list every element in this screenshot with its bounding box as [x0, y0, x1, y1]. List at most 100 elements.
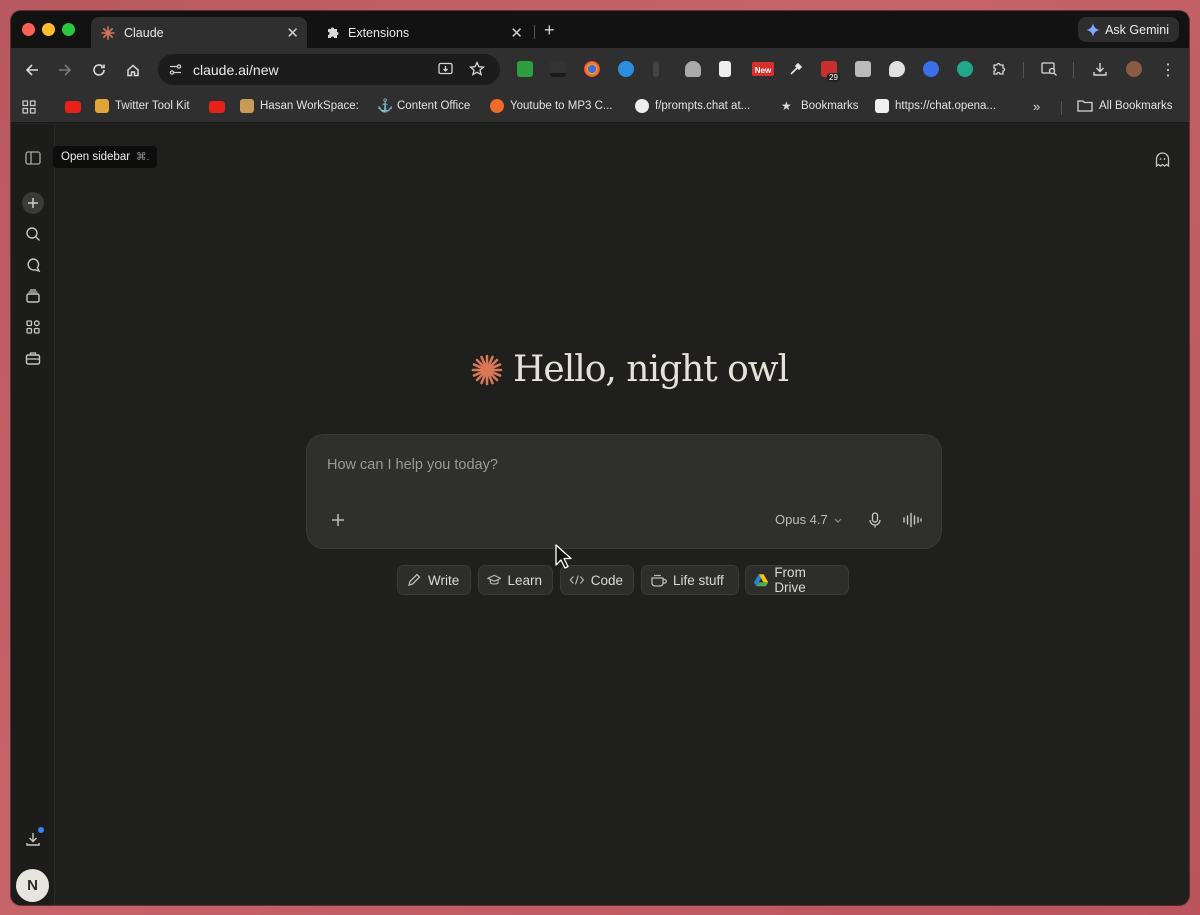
title-bar: Claude ✕ Extensions ✕ + Ask Gemini	[11, 11, 1189, 48]
site-settings-icon[interactable]	[168, 62, 183, 82]
chip-label: Write	[428, 572, 460, 588]
extension-teal-icon[interactable]	[957, 61, 973, 77]
add-attachment-plus-icon[interactable]	[331, 513, 345, 532]
user-avatar[interactable]: N	[16, 869, 49, 902]
extension-color-circle-icon[interactable]	[584, 61, 600, 77]
sidebar-toggle-icon[interactable]	[23, 148, 43, 168]
extension-new-badge-icon[interactable]: New	[752, 62, 774, 76]
reload-icon[interactable]	[89, 60, 109, 80]
tooltip-shortcut: ⌘.	[136, 151, 150, 163]
bookmark-youtube-mp3[interactable]: Youtube to MP3 C...	[490, 99, 613, 113]
chip-write[interactable]: Write	[397, 565, 471, 595]
mouse-cursor	[555, 544, 573, 575]
extension-dark-icon[interactable]	[550, 61, 566, 77]
bookmark-star-icon[interactable]	[468, 60, 486, 82]
extension-blue-circle-icon[interactable]	[923, 61, 939, 77]
ask-gemini-label: Ask Gemini	[1105, 22, 1169, 37]
address-bar[interactable]: claude.ai/new	[158, 54, 500, 85]
home-icon[interactable]	[123, 60, 143, 80]
bookmark-chat-openai[interactable]: https://chat.opena...	[875, 99, 996, 113]
extension-cloud-icon[interactable]	[889, 61, 905, 77]
more-menu-icon[interactable]: ⋮	[1158, 60, 1178, 80]
puzzle-piece-icon	[324, 25, 340, 41]
chats-icon[interactable]	[23, 255, 43, 275]
sidebar: N	[11, 124, 55, 905]
extension-slim-icon[interactable]	[653, 61, 659, 77]
tab-divider	[534, 25, 535, 39]
anchor-icon: ⚓	[377, 98, 394, 113]
party-icon	[95, 99, 109, 113]
more-bookmarks-chevron-icon[interactable]: »	[1033, 99, 1040, 114]
gemini-sparkle-icon	[1086, 22, 1101, 37]
bookmark-label: Youtube to MP3 C...	[510, 100, 613, 112]
youtube-icon[interactable]	[65, 101, 81, 113]
toolbar-divider	[1023, 62, 1024, 78]
tab-search-icon[interactable]	[1041, 61, 1057, 77]
greeting-text: Hello, night owl	[513, 349, 789, 390]
message-composer[interactable]: How can I help you today? Opus 4.7	[306, 434, 942, 549]
graduation-cap-icon	[487, 574, 502, 585]
tab-extensions[interactable]: Extensions ✕	[315, 17, 531, 48]
close-tab-icon[interactable]: ✕	[510, 24, 523, 42]
greeting: Hello, night owl	[471, 349, 789, 390]
tab-title: Claude	[124, 25, 164, 40]
model-selector[interactable]: Opus 4.7	[775, 512, 843, 527]
prompt-input[interactable]: How can I help you today?	[327, 457, 498, 473]
ask-gemini-button[interactable]: Ask Gemini	[1078, 17, 1179, 42]
toolbar-divider	[1073, 62, 1074, 78]
forward-arrow-icon[interactable]	[55, 60, 75, 80]
chip-from-drive[interactable]: From Drive	[745, 565, 849, 595]
chip-label: Learn	[507, 572, 542, 588]
eyedropper-icon[interactable]	[788, 61, 804, 77]
model-name: Opus 4.7	[775, 512, 828, 527]
extension-drop-icon[interactable]	[685, 61, 701, 77]
new-tab-button[interactable]: +	[544, 20, 555, 41]
browser-toolbar: claude.ai/new New 29 ⋮	[11, 48, 1189, 92]
star-icon: ★	[781, 99, 792, 113]
bookmark-content-office[interactable]: ⚓ Content Office	[377, 99, 470, 113]
extension-blue-icon[interactable]	[618, 61, 634, 77]
bookmark-label: https://chat.opena...	[895, 100, 997, 112]
bookmarks-bar: Twitter Tool Kit Hasan WorkSpace: ⚓ Cont…	[11, 92, 1189, 123]
extensions-puzzle-icon[interactable]	[991, 61, 1007, 77]
bookmark-hasan-workspace[interactable]: Hasan WorkSpace:	[240, 99, 359, 113]
google-drive-icon	[754, 574, 769, 587]
extension-green-icon[interactable]	[517, 61, 533, 77]
plus-icon	[28, 198, 38, 208]
tab-claude[interactable]: Claude ✕	[91, 17, 307, 48]
bookmark-label: Content Office	[397, 100, 471, 112]
toolbox-icon[interactable]	[23, 348, 43, 368]
incognito-ghost-icon[interactable]	[1154, 151, 1171, 173]
bookmark-folder-bookmarks[interactable]: ★ Bookmarks	[781, 99, 859, 113]
minimize-window-button[interactable]	[42, 23, 55, 36]
pencil-icon	[408, 573, 421, 586]
youtube-icon[interactable]	[209, 101, 225, 113]
camera-icon[interactable]	[855, 61, 871, 77]
zoom-window-button[interactable]	[62, 23, 75, 36]
github-icon	[635, 99, 649, 113]
all-bookmarks-button[interactable]: All Bookmarks	[1077, 99, 1173, 112]
bookmark-twitter-tool-kit[interactable]: Twitter Tool Kit	[95, 99, 190, 113]
close-tab-icon[interactable]: ✕	[286, 24, 299, 42]
downloads-icon[interactable]	[1092, 61, 1108, 77]
extension-note-icon[interactable]	[719, 61, 731, 77]
profile-avatar[interactable]	[1126, 61, 1142, 77]
install-app-icon[interactable]	[438, 62, 454, 82]
chip-learn[interactable]: Learn	[478, 565, 553, 595]
back-arrow-icon[interactable]	[22, 60, 42, 80]
bookmark-prompts-chat[interactable]: f/prompts.chat at...	[635, 99, 750, 113]
artifacts-icon[interactable]	[23, 317, 43, 337]
notification-dot	[38, 827, 44, 833]
new-chat-button[interactable]	[22, 192, 44, 214]
microphone-icon[interactable]	[868, 512, 882, 533]
voice-mode-waveform-icon[interactable]	[902, 512, 922, 533]
projects-icon[interactable]	[23, 286, 43, 306]
bookmark-label: Hasan WorkSpace:	[260, 100, 359, 112]
bookmark-label: Twitter Tool Kit	[115, 100, 190, 112]
tab-title: Extensions	[348, 25, 410, 40]
apps-grid-icon[interactable]	[22, 100, 36, 119]
search-icon[interactable]	[23, 224, 43, 244]
claude-starburst-icon	[471, 354, 503, 385]
close-window-button[interactable]	[22, 23, 35, 36]
chip-life-stuff[interactable]: Life stuff	[641, 565, 739, 595]
